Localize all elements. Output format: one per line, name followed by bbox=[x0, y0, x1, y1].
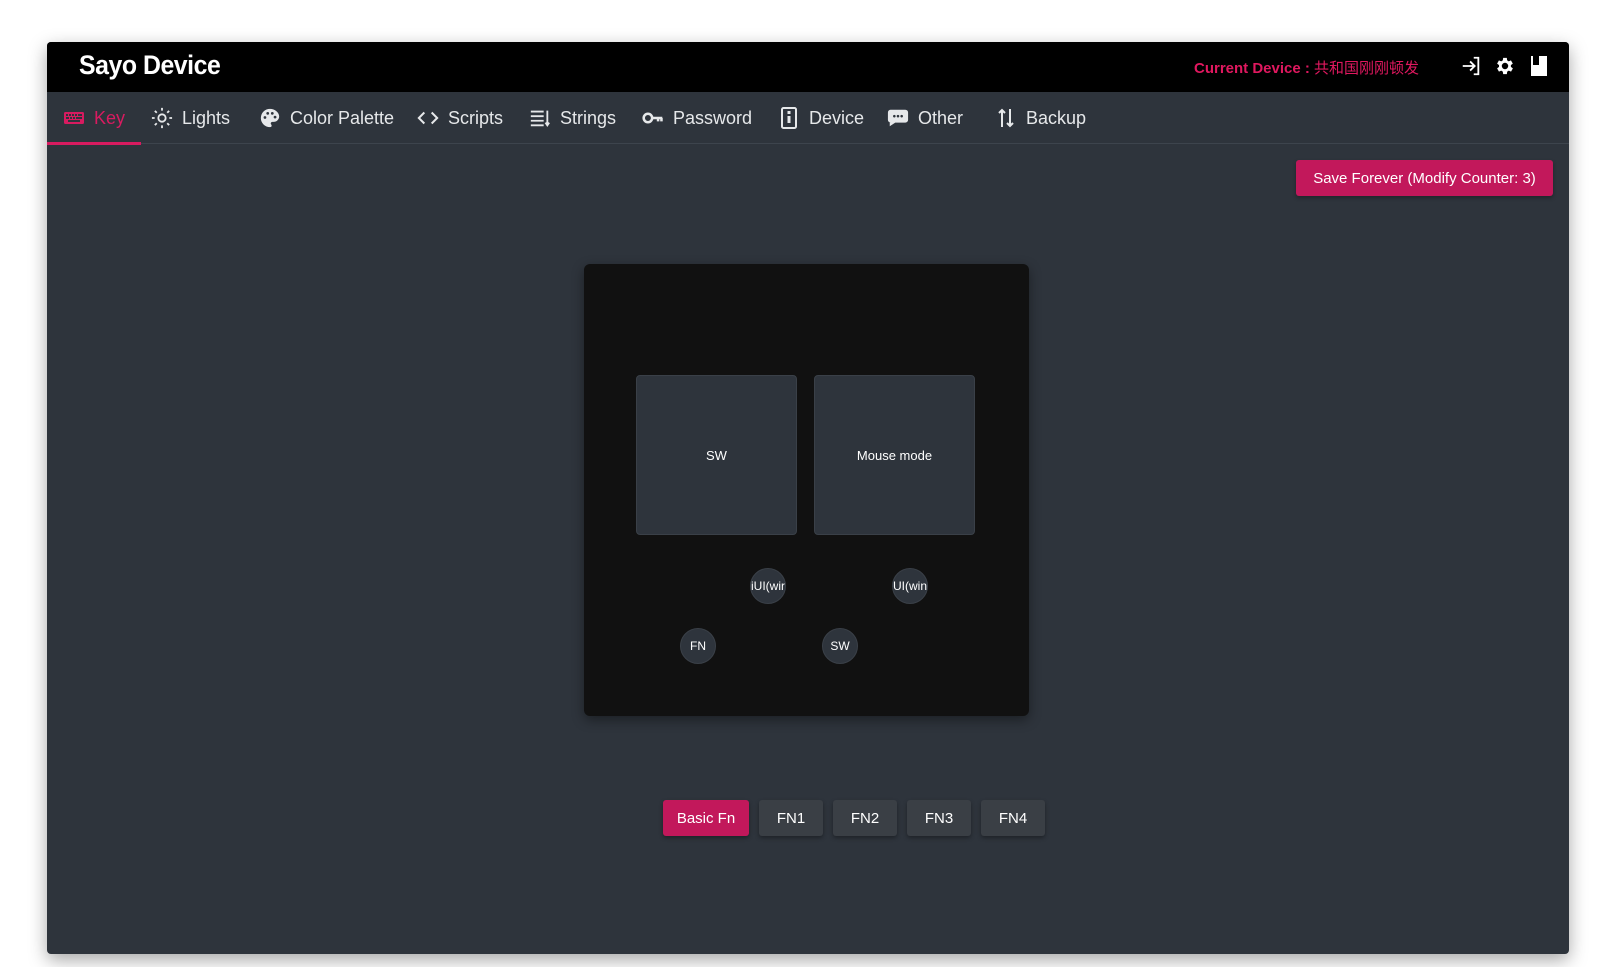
sun-icon bbox=[151, 107, 173, 129]
gear-icon[interactable] bbox=[1493, 54, 1517, 78]
current-device-info: Current Device : 共和国刚刚顿发 bbox=[1194, 57, 1419, 78]
layer-tabs: Basic Fn FN1 FN2 FN3 FN4 bbox=[663, 800, 1045, 836]
tab-color-palette[interactable]: Color Palette bbox=[259, 92, 394, 144]
tab-label: Color Palette bbox=[290, 107, 395, 128]
keypad-preview: SW Mouse mode iUI(wir UI(win FN SW bbox=[584, 264, 1029, 716]
tab-backup[interactable]: Backup bbox=[995, 92, 1086, 144]
tab-lights[interactable]: Lights bbox=[151, 92, 230, 144]
sort-arrows-icon bbox=[995, 107, 1017, 129]
current-device-label: Current Device : bbox=[1194, 60, 1310, 77]
login-icon[interactable] bbox=[1459, 54, 1483, 78]
tab-label: Password bbox=[673, 107, 753, 128]
layer-tab-fn1[interactable]: FN1 bbox=[759, 800, 823, 836]
round-key-ui-win-right[interactable]: UI(win bbox=[892, 568, 928, 604]
tab-key[interactable]: Key bbox=[47, 92, 142, 145]
tab-other[interactable]: Other bbox=[887, 92, 963, 144]
main-nav: Key Lights Color Palette Scripts Strings… bbox=[47, 92, 1569, 145]
title-actions bbox=[1459, 54, 1551, 78]
save-forever-button[interactable]: Save Forever (Modify Counter: 3) bbox=[1296, 160, 1553, 196]
tab-label: Backup bbox=[1026, 107, 1087, 128]
titlebar: Sayo Device Current Device : 共和国刚刚顿发 bbox=[47, 42, 1569, 92]
tab-label: Other bbox=[918, 107, 964, 128]
code-icon bbox=[417, 107, 439, 129]
chat-icon bbox=[887, 107, 909, 129]
palette-icon bbox=[259, 107, 281, 129]
key-icon bbox=[642, 107, 664, 129]
key-mouse-mode[interactable]: Mouse mode bbox=[814, 375, 975, 535]
layer-tab-basic-fn[interactable]: Basic Fn bbox=[663, 800, 749, 836]
device-icon bbox=[778, 107, 800, 129]
tab-label: Strings bbox=[560, 107, 617, 128]
key-sw[interactable]: SW bbox=[636, 375, 797, 535]
keyboard-icon bbox=[63, 107, 85, 129]
layer-tab-fn4[interactable]: FN4 bbox=[981, 800, 1045, 836]
current-device-name: 共和国刚刚顿发 bbox=[1314, 60, 1420, 77]
tab-label: Lights bbox=[182, 107, 231, 128]
layer-tab-fn2[interactable]: FN2 bbox=[833, 800, 897, 836]
app-window: Sayo Device Current Device : 共和国刚刚顿发 Key… bbox=[47, 42, 1569, 954]
round-key-fn[interactable]: FN bbox=[680, 628, 716, 664]
list-icon bbox=[529, 107, 551, 129]
layer-tab-fn3[interactable]: FN3 bbox=[907, 800, 971, 836]
bookmark-icon[interactable] bbox=[1527, 54, 1551, 78]
tab-strings[interactable]: Strings bbox=[529, 92, 616, 144]
round-key-sw[interactable]: SW bbox=[822, 628, 858, 664]
tab-label: Device bbox=[809, 107, 865, 128]
tab-device[interactable]: Device bbox=[778, 92, 864, 144]
tab-label: Scripts bbox=[448, 107, 504, 128]
tab-label: Key bbox=[94, 107, 126, 128]
round-key-ui-win-left[interactable]: iUI(wir bbox=[750, 568, 786, 604]
tab-password[interactable]: Password bbox=[642, 92, 752, 144]
tab-scripts[interactable]: Scripts bbox=[417, 92, 503, 144]
app-title: Sayo Device bbox=[79, 50, 221, 80]
